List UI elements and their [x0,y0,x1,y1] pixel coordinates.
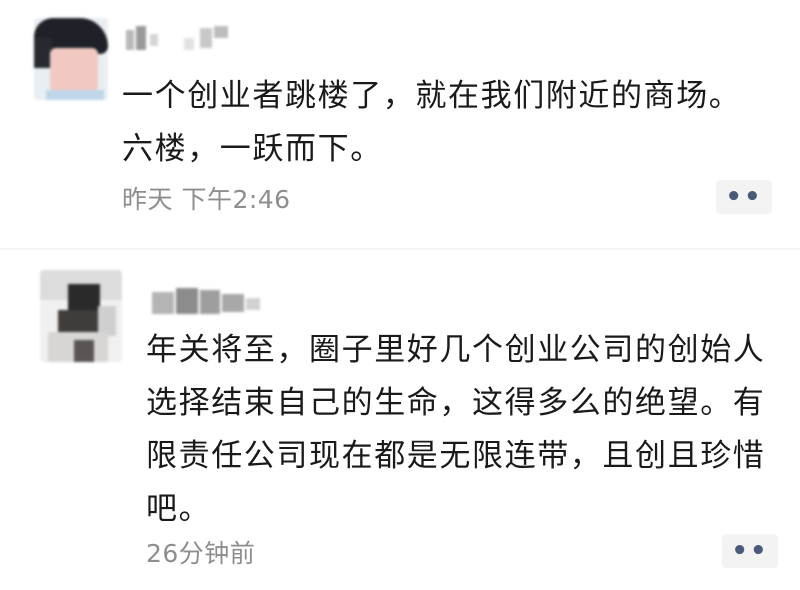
avatar[interactable] [40,270,122,362]
username-redacted[interactable] [150,284,270,318]
more-dots-icon: •• [725,182,763,212]
more-button[interactable]: •• [722,534,778,568]
post-content: 年关将至，圈子里好几个创业公司的创始人选择结束自己的生命，这得多么的绝望。有限责… [146,332,766,527]
username-redacted[interactable] [122,24,242,54]
comment-feed: 一个创业者跳楼了，就在我们附近的商场。六楼，一跃而下。 昨天 下午2:46 ••… [0,0,800,590]
timestamp: 26分钟前 [146,539,256,568]
more-button[interactable]: •• [716,180,772,214]
more-dots-icon: •• [731,536,769,566]
divider [0,248,800,250]
post: 一个创业者跳楼了，就在我们附近的商场。六楼，一跃而下。 昨天 下午2:46 •• [0,0,800,240]
post-content: 一个创业者跳楼了，就在我们附近的商场。六楼，一跃而下。 [122,78,742,167]
timestamp: 昨天 下午2:46 [122,185,291,214]
avatar[interactable] [34,18,108,100]
